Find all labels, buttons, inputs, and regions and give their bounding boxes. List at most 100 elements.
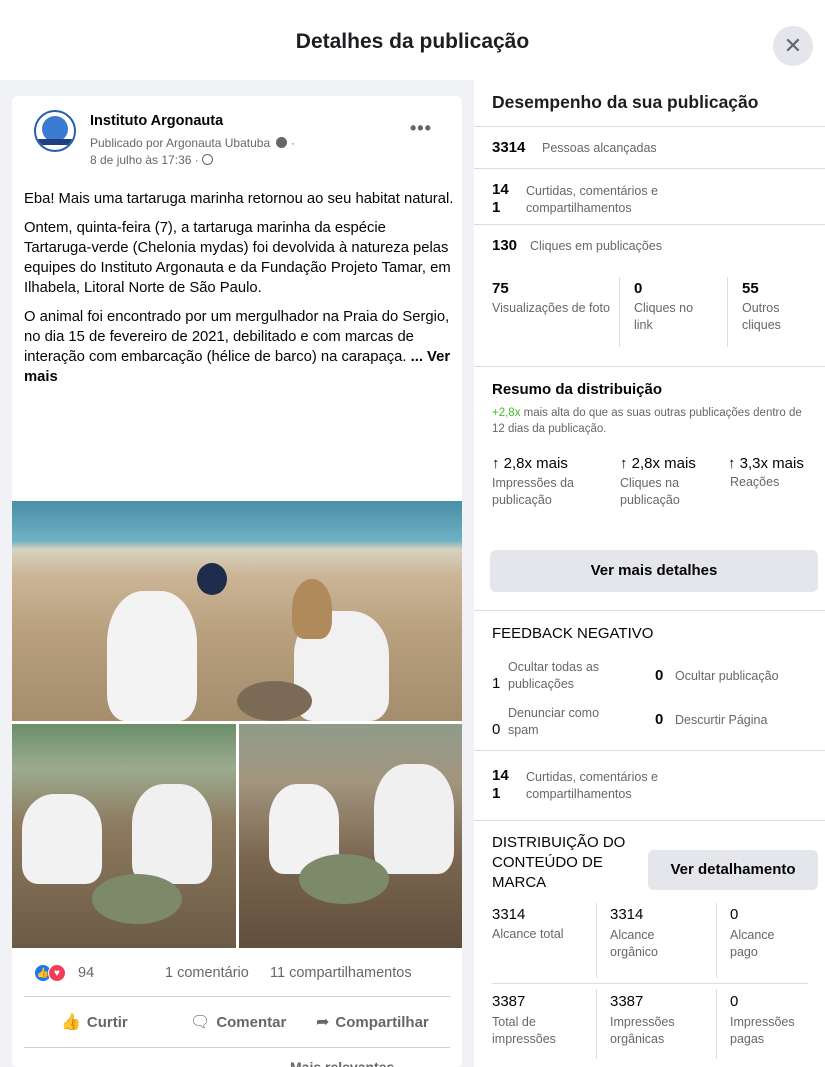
sort-comments-dropdown[interactable]: Mais relevantes xyxy=(290,1059,394,1067)
see-breakdown-button[interactable]: Ver detalhamento xyxy=(648,850,818,890)
published-by[interactable]: Publicado por Argonauta Ubatuba xyxy=(90,136,270,150)
divider xyxy=(716,989,717,1059)
paid-impressions-label: Impressões pagas xyxy=(730,1015,795,1046)
love-reaction-icon[interactable]: ♥ xyxy=(48,964,66,982)
post-card: Instituto Argonauta Publicado por Argona… xyxy=(12,96,462,1067)
close-icon: ✕ xyxy=(783,33,803,58)
impressions-multiplier: ↑ 2,8x mais xyxy=(492,455,568,472)
hide-post-label: Ocultar publicação xyxy=(675,669,779,683)
paid-reach-value: 0 xyxy=(730,906,739,923)
photo-views-value: 75 xyxy=(492,280,509,297)
post-date[interactable]: 8 de julho às 17:36 · xyxy=(90,153,199,167)
reactions-multiplier: ↑ 3,3x mais xyxy=(728,455,804,472)
divider xyxy=(596,903,597,978)
engagement-value-2: 1 xyxy=(492,199,501,216)
paid-reach-label: Alcance pago xyxy=(730,928,775,959)
paid-impressions-value: 0 xyxy=(730,993,739,1010)
unlike-page-value: 0 xyxy=(655,711,664,728)
clicks-section: 130 Cliques em publicações 75 Visualizaç… xyxy=(474,225,825,367)
clicks-multiplier: ↑ 2,8x mais xyxy=(620,455,696,472)
reactions-bar: 👍 ♥ 94 1 comentário 11 compartilhamentos xyxy=(34,962,454,984)
organic-impressions-value: 3387 xyxy=(610,993,644,1010)
published-by-line: Publicado por Argonauta Ubatuba · xyxy=(90,136,295,150)
person-head xyxy=(197,563,227,595)
engagement-value: 14 xyxy=(492,181,509,198)
like-label: Curtir xyxy=(86,1014,128,1031)
comment-icon: 🗨 xyxy=(190,1014,211,1031)
share-label: Compartilhar xyxy=(335,1014,429,1031)
share-button[interactable]: ➦ Compartilhar xyxy=(316,1012,429,1032)
engagement-row: 14 1 Curtidas, comentários e compartilha… xyxy=(474,169,825,225)
reach-label: Pessoas alcançadas xyxy=(542,141,657,155)
total-impressions-label: Total de impressões xyxy=(492,1015,556,1046)
turtle-shape xyxy=(299,854,389,904)
post-photo-2[interactable] xyxy=(12,724,236,948)
close-button[interactable]: ✕ xyxy=(773,26,813,66)
branded-content-section: DISTRIBUIÇÃO DO CONTEÚDO DE MARCA Ver de… xyxy=(474,821,825,1067)
post-actions: 👍 Curtir 🗨 Comentar ➦ Compartilhar xyxy=(24,996,450,1048)
post-paragraph: Ontem, quinta-feira (7), a tartaruga mar… xyxy=(24,220,451,296)
hide-all-label: Ocultar todas as publicações xyxy=(508,660,600,691)
impressions-multiplier-label: Impressões da publicação xyxy=(492,476,574,507)
hide-all-value: 1 xyxy=(492,675,501,692)
person-hair xyxy=(292,579,332,639)
post-photo-main[interactable] xyxy=(12,501,462,721)
organic-reach-value: 3314 xyxy=(610,906,644,923)
post-paragraph: Eba! Mais uma tartaruga marinha retornou… xyxy=(24,191,454,207)
photo-views-label: Visualizações de foto xyxy=(492,301,610,315)
negative-feedback-title: FEEDBACK NEGATIVO xyxy=(492,625,654,642)
clicks-multiplier-label: Cliques na publicação xyxy=(620,476,680,507)
post-header: Instituto Argonauta Publicado por Argona… xyxy=(12,96,462,176)
distribution-title: Resumo da distribuição xyxy=(492,381,663,398)
other-clicks-value: 55 xyxy=(742,280,759,297)
page-avatar[interactable] xyxy=(34,110,76,152)
thumbs-up-icon: 👍 xyxy=(61,1014,81,1031)
separator-dot: · xyxy=(290,136,295,150)
reach-value: 3314 xyxy=(492,139,526,156)
distribution-desc-text: mais alta do que as suas outras publicaç… xyxy=(492,407,802,435)
divider xyxy=(619,277,620,347)
divider xyxy=(727,277,728,347)
logo-band xyxy=(38,139,72,145)
comment-label: Comentar xyxy=(216,1014,287,1031)
engagement2-value: 14 xyxy=(492,767,509,784)
post-date-line: 8 de julho às 17:36 · xyxy=(90,153,214,167)
panel-header: Desempenho da sua publicação xyxy=(474,80,825,127)
globe-icon xyxy=(202,154,214,165)
person-figure xyxy=(22,794,102,884)
more-options-icon[interactable]: ••• xyxy=(410,118,432,139)
performance-panel: Desempenho da sua publicação 3314 Pessoa… xyxy=(474,80,825,1067)
panel-title: Desempenho da sua publicação xyxy=(492,92,759,112)
link-clicks-value: 0 xyxy=(634,280,643,297)
reactions-multiplier-label: Reações xyxy=(730,475,780,489)
page-name-link[interactable]: Instituto Argonauta xyxy=(90,113,223,129)
comments-count[interactable]: 1 comentário xyxy=(165,965,249,981)
share-icon: ➦ xyxy=(316,1014,330,1031)
post-paragraph: O animal foi encontrado por um mergulhad… xyxy=(24,307,454,387)
like-button[interactable]: 👍 Curtir xyxy=(61,1012,128,1032)
engagement-row-2: 14 1 Curtidas, comentários e compartilha… xyxy=(474,751,825,821)
other-clicks-label: Outros cliques xyxy=(742,301,781,332)
comment-button[interactable]: 🗨 Comentar xyxy=(190,1012,286,1032)
report-spam-value: 0 xyxy=(492,721,501,738)
hide-post-value: 0 xyxy=(655,667,664,684)
reach-row: 3314 Pessoas alcançadas xyxy=(474,127,825,169)
reactions-count[interactable]: 94 xyxy=(78,965,94,981)
engagement2-label: Curtidas, comentários e compartilhamento… xyxy=(526,770,659,801)
turtle-shape xyxy=(237,681,312,721)
see-more-details-button[interactable]: Ver mais detalhes xyxy=(490,550,818,592)
total-impressions-value: 3387 xyxy=(492,993,526,1010)
total-reach-label: Alcance total xyxy=(492,927,564,941)
info-icon xyxy=(276,137,288,148)
divider xyxy=(716,903,717,978)
link-clicks-label: Cliques no link xyxy=(634,301,694,332)
person-figure xyxy=(132,784,212,884)
shares-count[interactable]: 11 compartilhamentos xyxy=(270,965,412,981)
organic-impressions-label: Impressões orgânicas xyxy=(610,1015,675,1046)
clicks-value: 130 xyxy=(492,237,518,254)
total-reach-value: 3314 xyxy=(492,906,526,923)
post-photo-3[interactable] xyxy=(239,724,462,948)
report-spam-label: Denunciar como spam xyxy=(508,706,600,737)
engagement-label: Curtidas, comentários e compartilhamento… xyxy=(526,184,659,215)
post-text: Eba! Mais uma tartaruga marinha retornou… xyxy=(24,189,454,396)
